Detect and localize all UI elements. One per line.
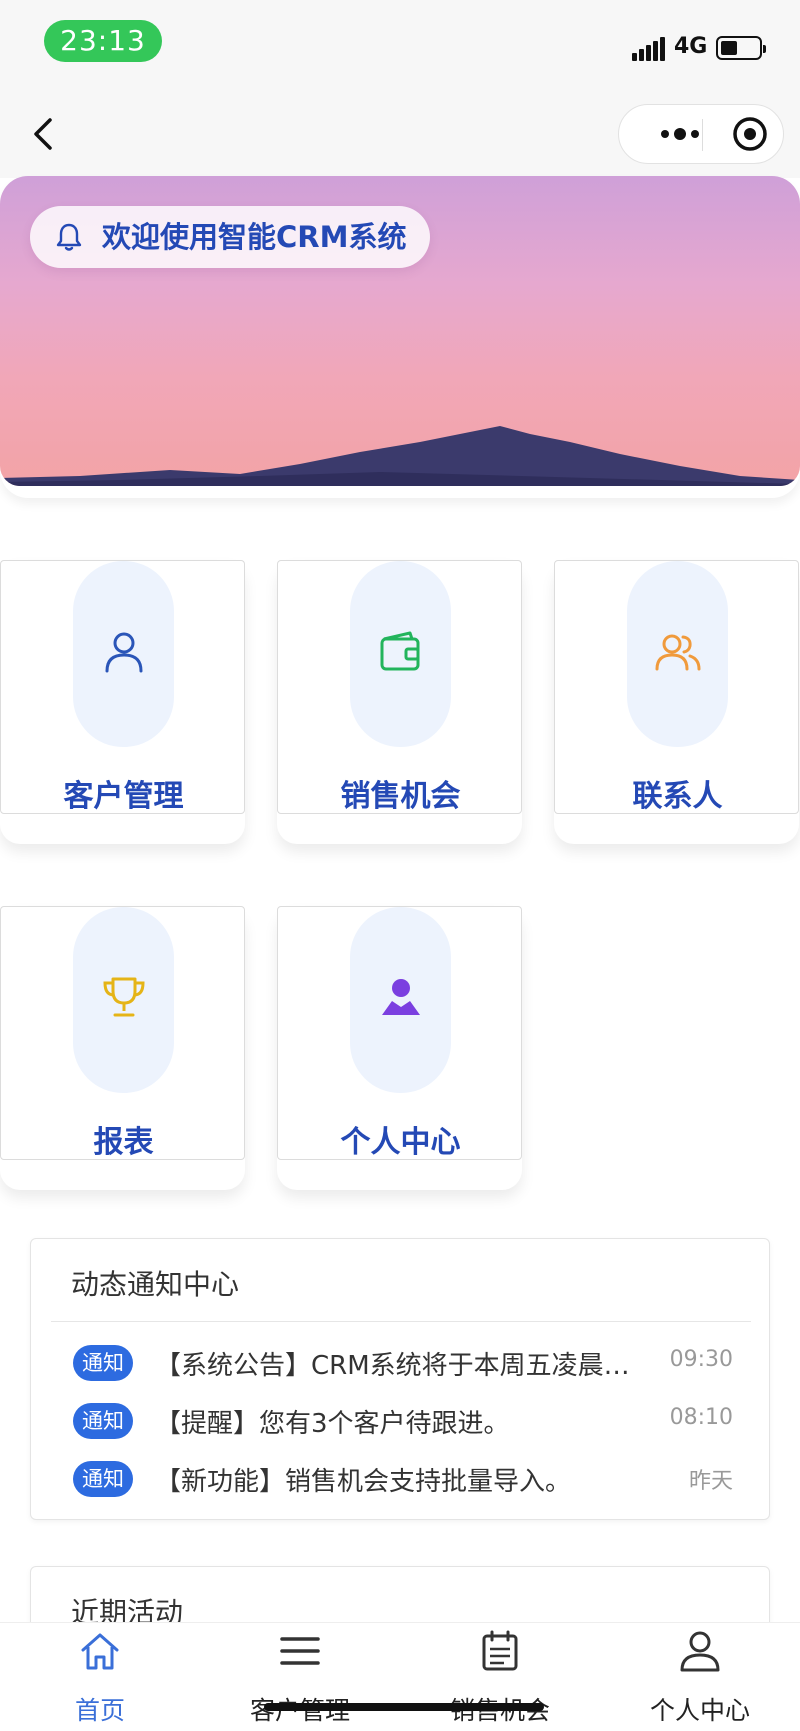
module-label: 客户管理 (63, 779, 184, 814)
user-icon (680, 1631, 720, 1672)
module-card-sales[interactable]: 销售机会 (277, 560, 522, 844)
back-icon[interactable] (28, 114, 58, 154)
tab-label: 首页 (74, 1696, 125, 1725)
notice-text: 【提醒】您有3个客户待跟进。 (155, 1409, 510, 1439)
module-card-reports[interactable]: 报表 (0, 906, 245, 1190)
home-indicator (264, 1703, 544, 1711)
module-icon-bg (73, 907, 174, 1093)
trophy-icon (103, 977, 145, 1017)
module-card-profile[interactable]: 个人中心 (277, 906, 522, 1190)
tab-sales[interactable]: 销售机会 (400, 1623, 600, 1731)
user-icon (105, 632, 143, 673)
module-label: 个人中心 (340, 1125, 461, 1160)
notification-center: 动态通知中心 通知 【系统公告】CRM系统将于本周五凌晨… 09:30 通知 【… (30, 1238, 770, 1520)
notice-text: 【新功能】销售机会支持批量导入。 (155, 1467, 572, 1497)
battery-icon (716, 36, 766, 60)
notice-text: 【系统公告】CRM系统将于本周五凌晨… (155, 1351, 630, 1381)
tab-home[interactable]: 首页 (0, 1623, 200, 1731)
module-icon-bg (73, 561, 174, 747)
notification-item[interactable]: 通知 【系统公告】CRM系统将于本周五凌晨… 09:30 (31, 1343, 771, 1383)
module-label: 销售机会 (340, 779, 461, 814)
hero-banner-card: 欢迎使用智能CRM系统 (0, 176, 800, 498)
close-target-icon[interactable] (715, 105, 785, 163)
module-icon-bg (350, 907, 451, 1093)
mountain-silhouette (0, 426, 800, 486)
notice-time: 昨天 (688, 1469, 733, 1494)
tab-profile[interactable]: 个人中心 (600, 1623, 800, 1731)
bell-icon (56, 223, 82, 251)
contacts-icon (655, 634, 701, 671)
network-type: 4G (674, 34, 708, 59)
bottom-tab-bar: 首页 客户管理 销售机会 个人中心 (0, 1622, 800, 1731)
notification-title: 动态通知中心 (71, 1268, 240, 1301)
wallet-icon (380, 631, 420, 671)
status-bar: 23:13 4G (0, 0, 800, 90)
module-label: 报表 (93, 1125, 154, 1160)
notice-time: 08:10 (669, 1405, 733, 1430)
module-label: 联系人 (632, 779, 723, 814)
tab-label: 个人中心 (649, 1696, 750, 1725)
person-icon (382, 979, 420, 1015)
more-icon[interactable] (645, 105, 715, 163)
status-time: 23:13 (44, 20, 162, 62)
mini-program-capsule (618, 104, 784, 164)
module-card-customer[interactable]: 客户管理 (0, 560, 245, 844)
module-icon-bg (627, 561, 728, 747)
welcome-text: 欢迎使用智能CRM系统 (102, 220, 407, 254)
notification-item[interactable]: 通知 【提醒】您有3个客户待跟进。 08:10 (31, 1401, 771, 1441)
signal-icon (632, 35, 666, 61)
welcome-banner[interactable]: 欢迎使用智能CRM系统 (30, 206, 431, 268)
tab-customers[interactable]: 客户管理 (200, 1623, 400, 1731)
capsule-divider (702, 119, 703, 151)
notice-badge: 通知 (73, 1461, 133, 1497)
notice-badge: 通知 (73, 1345, 133, 1381)
menu-icon (280, 1637, 320, 1665)
home-icon (81, 1633, 119, 1670)
document-icon (482, 1630, 518, 1671)
notice-badge: 通知 (73, 1403, 133, 1439)
module-icon-bg (350, 561, 451, 747)
notification-item[interactable]: 通知 【新功能】销售机会支持批量导入。 昨天 (31, 1459, 771, 1499)
panel-divider (51, 1321, 751, 1322)
notice-time: 09:30 (669, 1347, 733, 1372)
module-card-contacts[interactable]: 联系人 (554, 560, 799, 844)
nav-bar (0, 90, 800, 178)
